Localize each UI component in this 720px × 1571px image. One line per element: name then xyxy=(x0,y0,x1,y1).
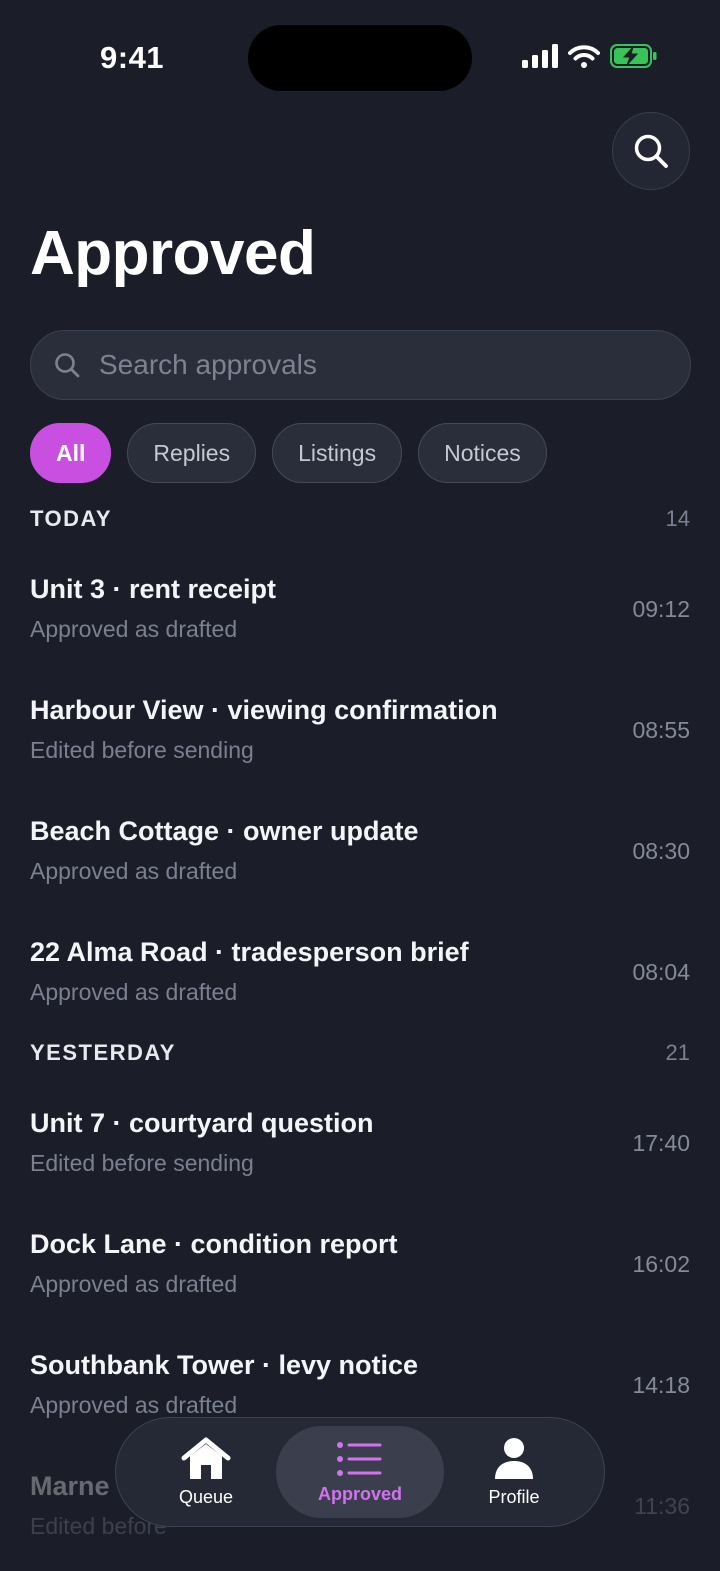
item-title: 22 Alma Road · tradesperson brief xyxy=(30,937,469,967)
wifi-icon xyxy=(568,45,600,68)
tab-label: Profile xyxy=(488,1486,540,1507)
section-title: TODAY xyxy=(30,506,113,531)
item-time: 17:40 xyxy=(632,1130,690,1156)
section-header-today: TODAY 14 xyxy=(30,506,690,532)
item-time: 08:04 xyxy=(632,959,690,985)
status-time: 9:41 xyxy=(100,40,165,75)
list-item[interactable]: Harbour View · viewing confirmation Edit… xyxy=(30,695,690,795)
list-item[interactable]: Unit 7 · courtyard question Edited befor… xyxy=(30,1108,690,1208)
section-header-yesterday: YESTERDAY 21 xyxy=(30,1040,690,1066)
house-icon xyxy=(181,1437,231,1479)
section-count: 21 xyxy=(665,1040,690,1065)
dynamic-island xyxy=(248,25,472,91)
item-status: Approved as drafted xyxy=(30,616,238,642)
search-input[interactable] xyxy=(97,348,641,382)
item-title: Harbour View · viewing confirmation xyxy=(30,695,498,725)
list-icon xyxy=(337,1441,382,1476)
search-icon xyxy=(634,134,668,168)
item-time: 11:36 xyxy=(634,1493,690,1519)
list-item[interactable]: Beach Cottage · owner update Approved as… xyxy=(30,816,690,916)
search-icon xyxy=(55,353,80,378)
tab-label: Queue xyxy=(178,1486,234,1507)
item-time: 16:02 xyxy=(632,1251,690,1277)
signal-icon xyxy=(522,44,558,68)
tab-label: Approved xyxy=(317,1483,402,1504)
search-button[interactable] xyxy=(612,112,690,190)
page-title: Approved xyxy=(30,219,316,288)
battery-charging-icon xyxy=(610,44,657,68)
filter-chip-replies[interactable]: Replies xyxy=(127,423,257,483)
item-status: Edited before sending xyxy=(30,737,254,763)
item-time: 08:30 xyxy=(632,838,690,864)
tab-bar: Queue Approved Profile xyxy=(115,1417,605,1527)
item-time: 14:18 xyxy=(632,1372,690,1398)
status-bar: 9:41 xyxy=(0,0,720,110)
system-icons xyxy=(522,44,658,68)
section-count: 14 xyxy=(665,506,690,531)
filter-chips: All Replies Listings Notices xyxy=(30,423,547,483)
list-item[interactable]: Unit 3 · rent receipt Approved as drafte… xyxy=(30,574,690,674)
item-status: Approved as drafted xyxy=(30,1392,238,1418)
section-title: YESTERDAY xyxy=(30,1040,176,1065)
item-title: Beach Cottage · owner update xyxy=(30,816,419,846)
list-item[interactable]: Dock Lane · condition report Approved as… xyxy=(30,1229,690,1329)
filter-chip-notices[interactable]: Notices xyxy=(418,423,547,483)
item-status: Approved as drafted xyxy=(30,1271,238,1297)
item-status: Edited before sending xyxy=(30,1150,254,1176)
item-title: Unit 7 · courtyard question xyxy=(30,1108,374,1138)
item-title: Marne xyxy=(30,1471,110,1501)
tab-profile[interactable]: Profile xyxy=(430,1426,598,1518)
tab-queue[interactable]: Queue xyxy=(122,1426,290,1518)
item-title: Southbank Tower · levy notice xyxy=(30,1350,419,1380)
filter-chip-listings[interactable]: Listings xyxy=(272,423,403,483)
item-title: Unit 3 · rent receipt xyxy=(30,574,277,604)
item-status: Approved as drafted xyxy=(30,979,238,1005)
filter-chip-all[interactable]: All xyxy=(30,423,112,483)
item-time: 08:55 xyxy=(632,717,690,743)
item-status: Approved as drafted xyxy=(30,858,238,884)
list-item[interactable]: 22 Alma Road · tradesperson brief Approv… xyxy=(30,937,690,1037)
tab-approved[interactable]: Approved xyxy=(276,1426,444,1518)
item-time: 09:12 xyxy=(632,596,690,622)
search-field[interactable] xyxy=(30,330,691,400)
person-icon xyxy=(495,1437,533,1479)
item-title: Dock Lane · condition report xyxy=(30,1229,398,1259)
